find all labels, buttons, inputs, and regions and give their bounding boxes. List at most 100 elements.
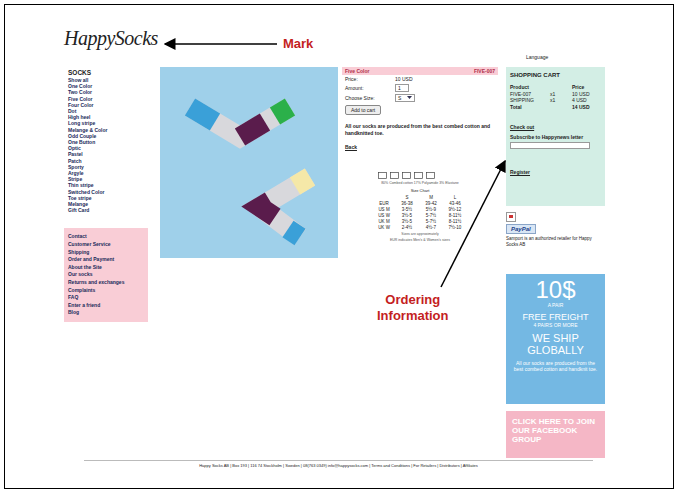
size-chart-cell: EUR: [373, 201, 395, 206]
care-wash-icon: [378, 172, 387, 179]
size-select[interactable]: S: [395, 94, 415, 102]
size-chart-cell: UK W: [373, 225, 395, 230]
sidebar-item[interactable]: Toe stripe: [64, 195, 148, 201]
sidebar-heading: SOCKS: [64, 67, 148, 77]
sidebar-item[interactable]: Long stripe: [64, 120, 148, 126]
size-chart-cell: 3½-5: [395, 213, 419, 218]
cart-header: ProductPrice: [510, 84, 601, 91]
size-chart: SMLEUR36-3839-4243-46US M3-5½5½-99½-12US…: [342, 195, 498, 230]
size-chart-header: S: [395, 195, 419, 200]
sidebar-item[interactable]: Four Color: [64, 102, 148, 108]
sidebar-item[interactable]: One Button: [64, 139, 148, 145]
cart-row: FIVE-007x110 USD: [510, 91, 601, 98]
cart-row: SHIPPINGx14 USD: [510, 97, 601, 104]
sidebar-item[interactable]: Melange: [64, 201, 148, 207]
size-row: Choose Size:S: [342, 93, 498, 103]
size-chart-title: Size Chart: [342, 185, 498, 195]
info-link[interactable]: Shipping: [68, 249, 144, 257]
dropdown-arrow-icon: [407, 95, 412, 100]
care-bleach-icon: [390, 172, 399, 179]
sidebar-item[interactable]: Stripe: [64, 176, 148, 182]
web-page: HappySocksLanguageSOCKSShow allOne Color…: [5, 5, 673, 468]
sidebar-item[interactable]: Five Color: [64, 96, 148, 102]
sidebar-item[interactable]: High heel: [64, 114, 148, 120]
main-area: SOCKSShow allOne ColorTwo ColorFive Colo…: [64, 67, 673, 458]
subscribe-label: Subscribe to Happynews letter: [510, 134, 601, 140]
info-link[interactable]: Contact: [68, 233, 144, 241]
register-link[interactable]: Register: [510, 169, 601, 175]
size-note: EUR indicates Men's & Women's sizes: [342, 236, 498, 242]
sidebar-item[interactable]: Dot: [64, 108, 148, 114]
size-chart-cell: UK M: [373, 219, 395, 224]
care-icons: [342, 150, 498, 179]
add-to-cart-button[interactable]: Add to cart: [345, 105, 381, 115]
sidebar: SOCKSShow allOne ColorTwo ColorFive Colo…: [64, 67, 148, 322]
size-chart-cell: 2-4½: [395, 225, 419, 230]
product-info: Five ColorFIVE-007Price:10 USDAmount:1Ch…: [342, 67, 498, 242]
amount-field[interactable]: 1: [395, 84, 409, 92]
annotation-arrows: [5, 5, 674, 489]
size-chart-cell: US W: [373, 213, 395, 218]
size-chart-cell: 3-5½: [395, 207, 419, 212]
sidebar-item[interactable]: Odd Couple: [64, 133, 148, 139]
language-link[interactable]: Language: [526, 54, 673, 67]
info-link[interactable]: Order and Payment: [68, 256, 144, 264]
site-footer: Happy Socks AB | Box 193 | 116 74 Stockh…: [84, 460, 593, 468]
sidebar-item[interactable]: Show all: [64, 77, 148, 83]
info-link[interactable]: Enter a friend: [68, 302, 144, 310]
sidebar-item[interactable]: Pastel: [64, 151, 148, 157]
product-title-row: Five ColorFIVE-007: [342, 67, 498, 75]
paypal-badge[interactable]: PayPal: [506, 224, 536, 234]
figure-frame: HappySocksLanguageSOCKSShow allOne Color…: [4, 4, 674, 489]
sidebar-item[interactable]: Melange & Color: [64, 127, 148, 133]
size-chart-cell: 4½-7: [419, 225, 443, 230]
size-chart-cell: 7½-10: [443, 225, 467, 230]
size-chart-cell: 8-11½: [443, 213, 467, 218]
info-link[interactable]: Returns and exchanges: [68, 279, 144, 287]
back-link[interactable]: Back: [342, 136, 498, 150]
size-chart-cell: US M: [373, 207, 395, 212]
ordering-annotation: OrderingInformation: [377, 292, 449, 324]
size-note: Sizes are approximately: [342, 230, 498, 236]
care-dry-icon: [414, 172, 423, 179]
sidebar-item[interactable]: Switched Color: [64, 189, 148, 195]
info-link[interactable]: Customer Service: [68, 241, 144, 249]
size-chart-cell: 9½-12: [443, 207, 467, 212]
price-row: Price:10 USD: [342, 75, 498, 83]
info-links: ContactCustomer ServiceShippingOrder and…: [64, 228, 148, 322]
sidebar-item[interactable]: Sporty: [64, 164, 148, 170]
cart-title: SHOPPING CART: [510, 72, 601, 78]
shopping-cart: SHOPPING CART ProductPriceFIVE-007x110 US…: [506, 67, 605, 206]
checkout-link[interactable]: Check out: [510, 124, 601, 130]
size-chart-header: M: [419, 195, 443, 200]
care-clean-icon: [426, 172, 435, 179]
right-column: SHOPPING CART ProductPriceFIVE-007x110 US…: [506, 67, 605, 458]
size-chart-cell: 8-11½: [443, 219, 467, 224]
sidebar-item[interactable]: Optic: [64, 145, 148, 151]
info-link[interactable]: About the Site: [68, 264, 144, 272]
info-link[interactable]: Blog: [68, 309, 144, 317]
sidebar-item[interactable]: Thin stripe: [64, 182, 148, 188]
subscribe-field[interactable]: [510, 142, 590, 149]
sidebar-item[interactable]: Patch: [64, 158, 148, 164]
amount-row: Amount:1: [342, 83, 498, 93]
socks-icon: [160, 67, 338, 258]
mark-annotation: Mark: [283, 36, 313, 51]
promo-banner[interactable]: 10$A PAIRFREE FREIGHT4 PAIRS OR MOREWE S…: [506, 274, 605, 404]
retailer-text: Samport is an authorized retailer for Ha…: [506, 236, 605, 247]
sidebar-item[interactable]: Gift Card: [64, 207, 148, 213]
care-iron-icon: [402, 172, 411, 179]
info-link[interactable]: FAQ: [68, 294, 144, 302]
material-text: 80% Combed cotton 17% Polyamide 3% Elast…: [342, 179, 498, 185]
facebook-banner[interactable]: CLICK HERE TO JOIN OUR FACEBOOK GROUP: [506, 411, 605, 458]
info-link[interactable]: Complaints: [68, 287, 144, 295]
site-header: HappySocksLanguage: [64, 5, 673, 67]
size-chart-cell: 5-7½: [419, 219, 443, 224]
cart-total: Total14 USD: [510, 104, 601, 111]
sidebar-item[interactable]: One Color: [64, 83, 148, 89]
size-chart-cell: 3½-5: [395, 219, 419, 224]
sidebar-item[interactable]: Argyle: [64, 170, 148, 176]
info-link[interactable]: Our socks: [68, 271, 144, 279]
ordering-arrow-icon: [441, 161, 505, 287]
sidebar-item[interactable]: Two Color: [64, 89, 148, 95]
